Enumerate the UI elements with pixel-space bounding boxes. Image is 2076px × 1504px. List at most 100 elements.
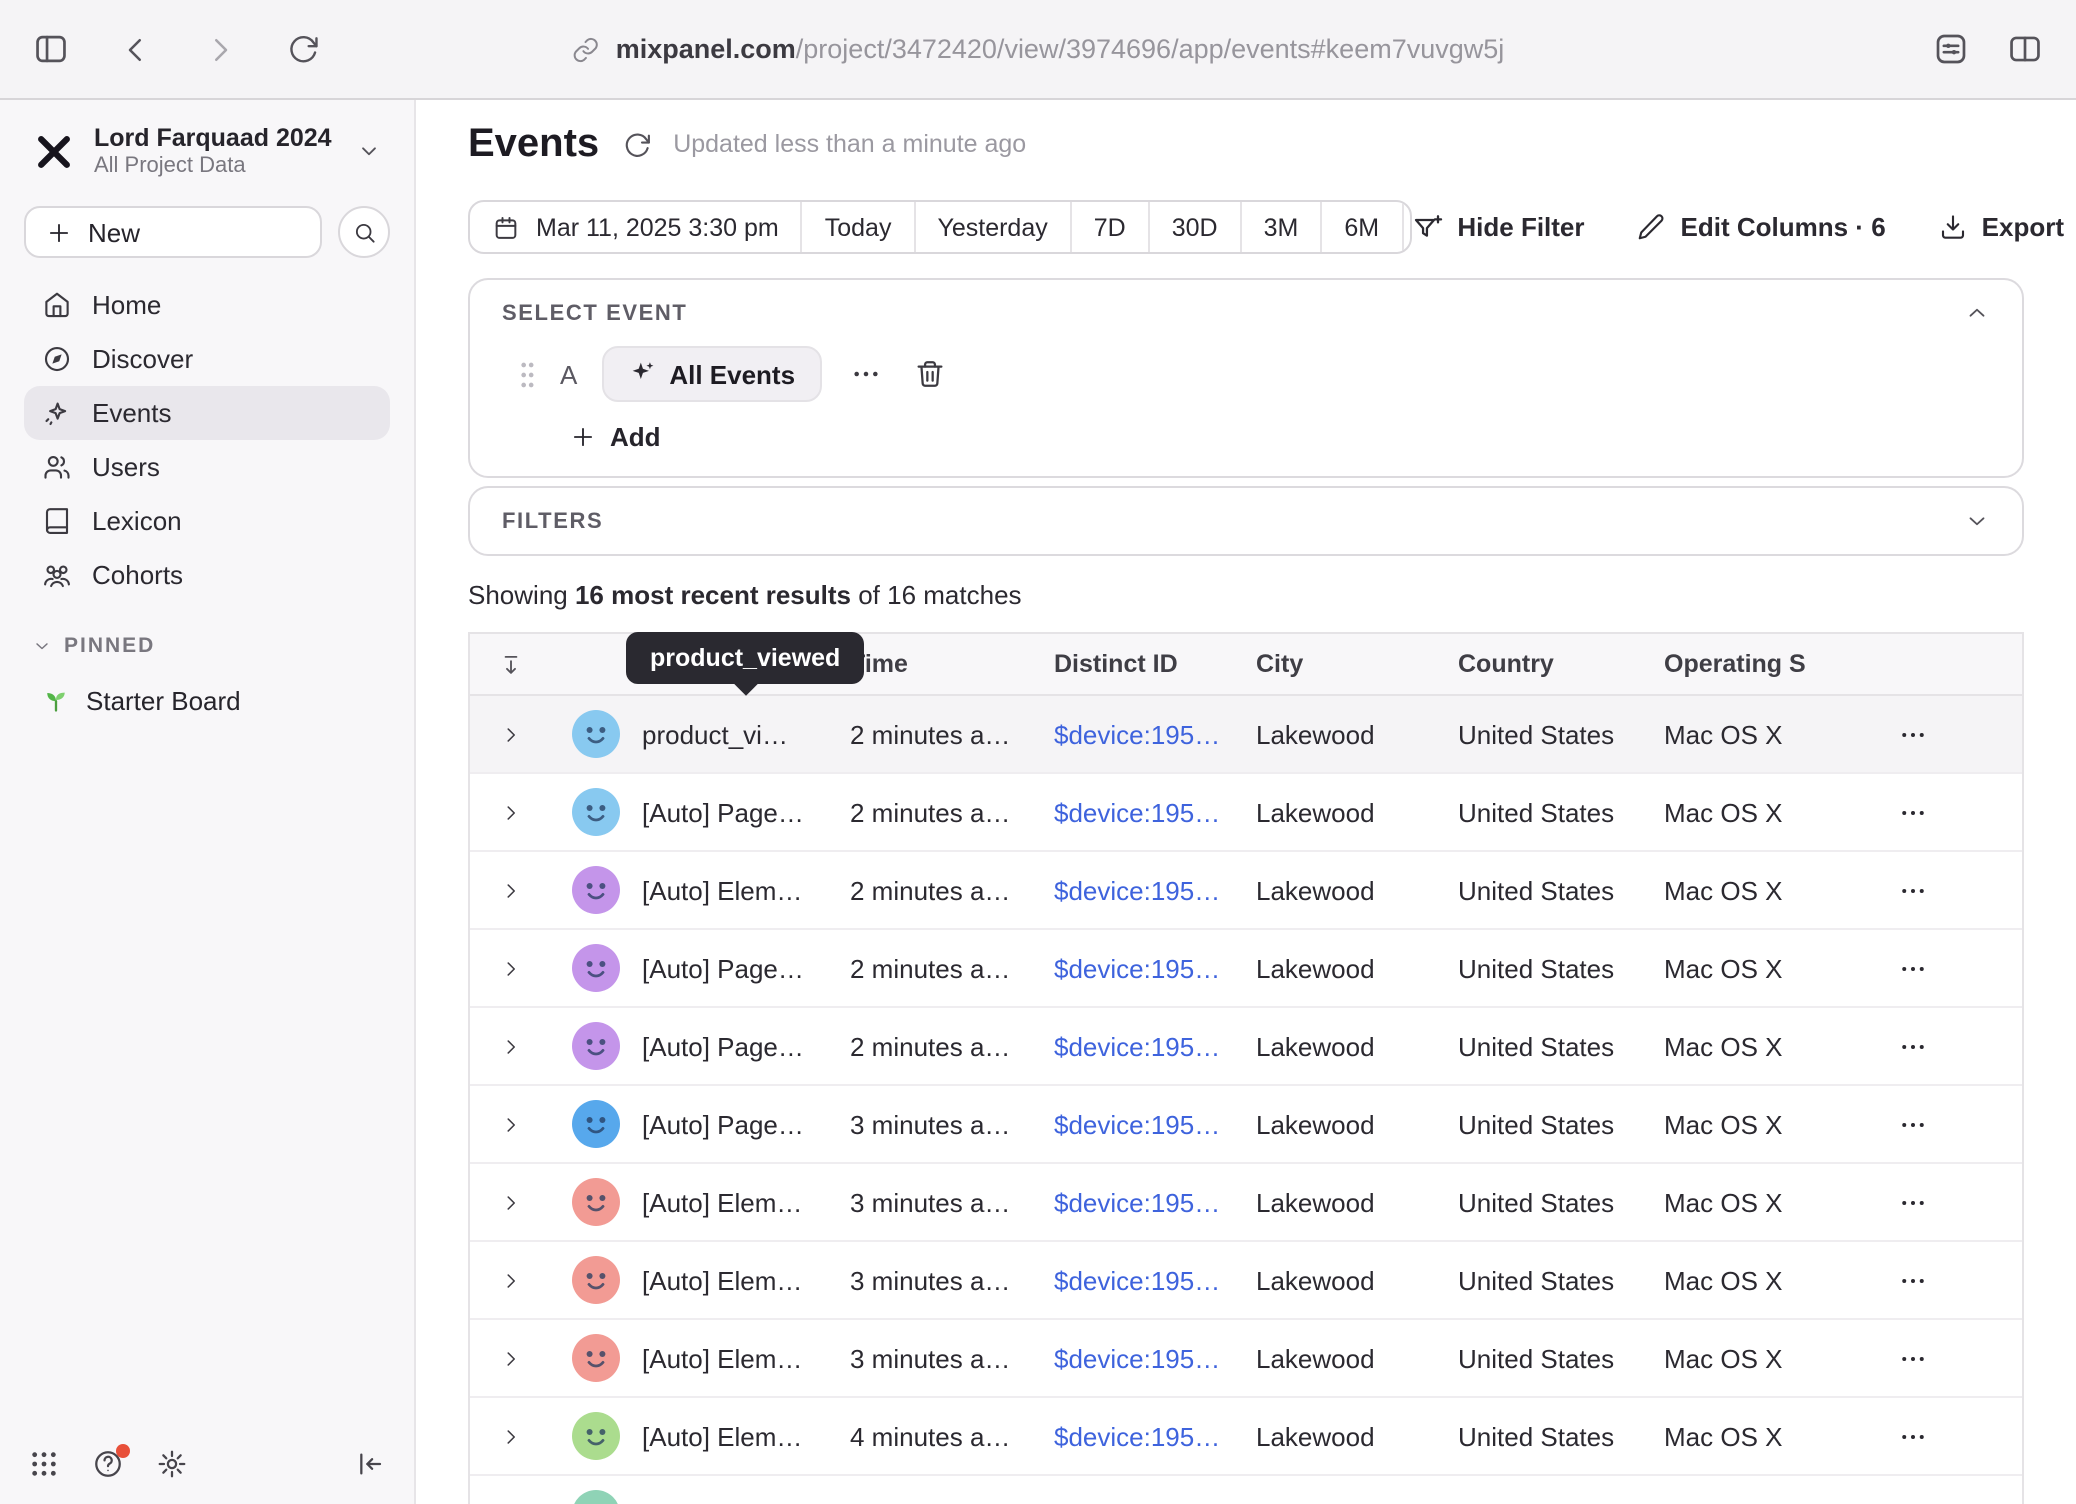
sidebar-item-starter-board[interactable]: Starter Board	[24, 678, 390, 722]
plus-icon	[570, 424, 596, 450]
more-options-icon[interactable]	[845, 354, 885, 394]
settings-gear-icon[interactable]	[156, 1448, 188, 1480]
sidebar-item-lexicon[interactable]: Lexicon	[24, 494, 390, 548]
face-icon	[572, 944, 620, 992]
row-menu-icon[interactable]	[1886, 797, 2022, 827]
url-bar[interactable]: mixpanel.com/project/3472420/view/397469…	[572, 0, 1505, 98]
row-menu-icon[interactable]	[1886, 953, 2022, 983]
cell-distinct-id-link[interactable]: $device:195…	[1054, 1109, 1256, 1139]
add-event-button[interactable]: Add	[570, 422, 661, 452]
expand-row-icon[interactable]	[470, 723, 550, 745]
all-events-chip[interactable]: All Events	[601, 346, 821, 402]
range-12m[interactable]: 12M	[1403, 202, 1411, 252]
sidebar-item-discover[interactable]: Discover	[24, 332, 390, 386]
table-row[interactable]: product_vi… 2 minutes a… $device:195… La…	[470, 696, 2022, 774]
row-menu-icon[interactable]	[1886, 1343, 2022, 1373]
expand-row-icon[interactable]	[470, 801, 550, 823]
table-row[interactable]	[470, 1476, 2022, 1504]
cell-os: Mac OS X	[1664, 1343, 1886, 1373]
jump-to-latest-icon[interactable]	[470, 651, 550, 677]
table-row[interactable]: [Auto] Elem… 3 minutes a… $device:195… L…	[470, 1242, 2022, 1320]
table-row[interactable]: [Auto] Page… 2 minutes a… $device:195… L…	[470, 1008, 2022, 1086]
row-avatar	[572, 1256, 620, 1304]
export-button[interactable]: Export	[1938, 212, 2064, 242]
sidebar-item-home[interactable]: Home	[24, 278, 390, 332]
page-customize-icon[interactable]	[1932, 30, 1970, 68]
drag-handle-icon[interactable]	[518, 359, 536, 389]
column-header-country[interactable]: Country	[1458, 650, 1664, 678]
expand-row-icon[interactable]	[470, 1191, 550, 1213]
cell-distinct-id-link[interactable]: $device:195…	[1054, 1265, 1256, 1295]
hide-filter-button[interactable]: Hide Filter	[1411, 211, 1584, 243]
range-30d[interactable]: 30D	[1150, 202, 1242, 252]
forward-icon[interactable]	[202, 31, 238, 67]
range-7d[interactable]: 7D	[1072, 202, 1150, 252]
row-menu-icon[interactable]	[1886, 1187, 2022, 1217]
table-row[interactable]: [Auto] Elem… 3 minutes a… $device:195… L…	[470, 1320, 2022, 1398]
expand-row-icon[interactable]	[470, 1425, 550, 1447]
sidebar-nav: Home Discover Events Users Lexicon Cohor…	[24, 278, 390, 602]
chevron-up-icon[interactable]	[1964, 300, 1990, 326]
new-button[interactable]: New	[24, 206, 322, 258]
row-menu-icon[interactable]	[1886, 719, 2022, 749]
range-yesterday[interactable]: Yesterday	[915, 202, 1071, 252]
cell-distinct-id-link[interactable]: $device:195…	[1054, 797, 1256, 827]
range-3m[interactable]: 3M	[1242, 202, 1323, 252]
cell-distinct-id-link[interactable]: $device:195…	[1054, 953, 1256, 983]
range-6m[interactable]: 6M	[1322, 202, 1403, 252]
reload-icon[interactable]	[286, 32, 320, 66]
collapse-sidebar-icon[interactable]	[354, 1448, 386, 1480]
table-row[interactable]: [Auto] Page… 2 minutes a… $device:195… L…	[470, 774, 2022, 852]
trash-icon[interactable]	[909, 354, 949, 394]
download-icon	[1938, 212, 1968, 242]
cell-distinct-id-link[interactable]: $device:195…	[1054, 1187, 1256, 1217]
range-today[interactable]: Today	[803, 202, 916, 252]
cell-distinct-id-link[interactable]: $device:195…	[1054, 719, 1256, 749]
cell-distinct-id-link[interactable]: $device:195…	[1054, 1031, 1256, 1061]
row-menu-icon[interactable]	[1886, 1265, 2022, 1295]
row-menu-icon[interactable]	[1886, 1031, 2022, 1061]
column-header-city[interactable]: City	[1256, 650, 1458, 678]
expand-row-icon[interactable]	[470, 1269, 550, 1291]
table-row[interactable]: [Auto] Elem… 3 minutes a… $device:195… L…	[470, 1164, 2022, 1242]
sidebar-item-users[interactable]: Users	[24, 440, 390, 494]
browser-sidebar-toggle-icon[interactable]	[32, 30, 70, 68]
row-menu-icon[interactable]	[1886, 1109, 2022, 1139]
row-menu-icon[interactable]	[1886, 875, 2022, 905]
cell-distinct-id-link[interactable]: $device:195…	[1054, 875, 1256, 905]
chevron-down-icon[interactable]	[1964, 508, 1990, 534]
help-icon[interactable]	[92, 1448, 124, 1480]
table-row[interactable]: [Auto] Page… 2 minutes a… $device:195… L…	[470, 930, 2022, 1008]
cell-event: [Auto] Page…	[642, 1109, 850, 1139]
expand-row-icon[interactable]	[470, 1347, 550, 1369]
table-row[interactable]: [Auto] Elem… 4 minutes a… $device:195… L…	[470, 1398, 2022, 1476]
expand-row-icon[interactable]	[470, 879, 550, 901]
apps-grid-icon[interactable]	[28, 1448, 60, 1480]
cell-os: Mac OS X	[1664, 719, 1886, 749]
sidebar-item-label: Lexicon	[92, 506, 182, 536]
search-button[interactable]	[338, 206, 390, 258]
expand-row-icon[interactable]	[470, 957, 550, 979]
edit-columns-button[interactable]: Edit Columns · 6	[1637, 212, 1886, 242]
split-view-icon[interactable]	[2006, 30, 2044, 68]
project-switcher[interactable]: Lord Farquaad 2024 All Project Data	[24, 116, 390, 186]
sidebar-item-cohorts[interactable]: Cohorts	[24, 548, 390, 602]
cell-distinct-id-link[interactable]: $device:195…	[1054, 1343, 1256, 1373]
expand-row-icon[interactable]	[470, 1035, 550, 1057]
refresh-icon[interactable]	[621, 129, 651, 159]
cell-country: United States	[1458, 1343, 1664, 1373]
expand-row-icon[interactable]	[470, 1113, 550, 1135]
table-row[interactable]: [Auto] Page… 3 minutes a… $device:195… L…	[470, 1086, 2022, 1164]
column-header-os[interactable]: Operating S	[1664, 650, 1886, 678]
table-row[interactable]: [Auto] Elem… 2 minutes a… $device:195… L…	[470, 852, 2022, 930]
column-header-distinct-id[interactable]: Distinct ID	[1054, 650, 1256, 678]
date-picker-button[interactable]: Mar 11, 2025 3:30 pm	[470, 202, 803, 252]
row-menu-icon[interactable]	[1886, 1421, 2022, 1451]
sidebar-item-events[interactable]: Events	[24, 386, 390, 440]
back-icon[interactable]	[118, 31, 154, 67]
column-header-time[interactable]: Time	[850, 650, 1054, 678]
pinned-section-toggle[interactable]: PINNED	[24, 634, 390, 658]
cell-time: 2 minutes a…	[850, 875, 1054, 905]
row-menu-icon[interactable]	[1886, 1499, 2022, 1504]
cell-distinct-id-link[interactable]: $device:195…	[1054, 1421, 1256, 1451]
